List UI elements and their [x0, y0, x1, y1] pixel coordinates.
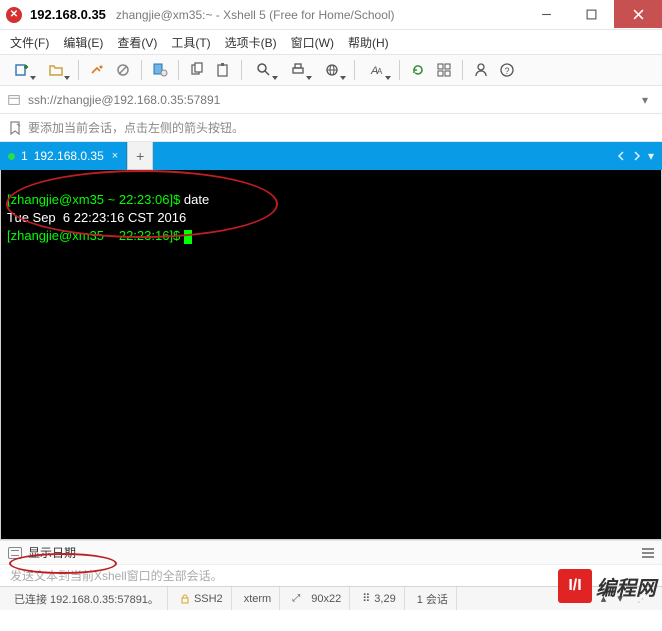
find-button[interactable] [248, 58, 280, 82]
close-button[interactable] [614, 0, 662, 28]
refresh-button[interactable] [406, 58, 430, 82]
title-bar: ✕ 192.168.0.35 zhangjie@xm35:~ - Xshell … [0, 0, 662, 30]
session-tab[interactable]: 1 192.168.0.35 × [0, 142, 127, 170]
app-icon: ✕ [6, 7, 22, 23]
command-bar: 显示日期 [0, 540, 662, 564]
svg-text:A: A [377, 67, 383, 76]
globe-button[interactable] [316, 58, 348, 82]
maximize-button[interactable] [569, 0, 614, 28]
session-icon [6, 92, 22, 108]
connect-button[interactable] [85, 58, 109, 82]
tab-menu-icon[interactable]: ▾ [648, 149, 654, 163]
status-connection: 已连接 192.168.0.35:57891。 [6, 587, 168, 610]
minimize-button[interactable] [524, 0, 569, 28]
status-term: xterm [236, 587, 281, 610]
tab-label: 192.168.0.35 [34, 149, 104, 163]
font-button[interactable]: AA [361, 58, 393, 82]
svg-text:?: ? [505, 66, 510, 76]
tile-button[interactable] [432, 58, 456, 82]
help-button[interactable]: ? [495, 58, 519, 82]
watermark-logo-icon: I/I [558, 569, 592, 603]
paste-button[interactable] [211, 58, 235, 82]
prompt-line-2: [zhangjie@xm35 ~ 22:23:16]$ [7, 228, 192, 243]
menu-tools[interactable]: 工具(T) [171, 34, 210, 51]
address-dropdown-icon[interactable]: ▾ [642, 93, 656, 107]
copy-button[interactable] [185, 58, 209, 82]
new-session-button[interactable] [6, 58, 38, 82]
properties-button[interactable] [148, 58, 172, 82]
address-bar: ssh://zhangjie@192.168.0.35:57891 ▾ [0, 86, 662, 114]
status-sessions: 1 会话 [409, 587, 457, 610]
status-size: ⤢ 90x22 [284, 587, 350, 610]
status-protocol: SSH2 [172, 587, 232, 610]
menu-tabs[interactable]: 选项卡(B) [225, 34, 277, 51]
disconnect-button[interactable] [111, 58, 135, 82]
bookmark-icon[interactable] [8, 121, 22, 135]
window-controls [524, 0, 662, 29]
output-line: Tue Sep 6 22:23:16 CST 2016 [7, 210, 186, 225]
hint-text: 要添加当前会话，点击左侧的箭头按钮。 [28, 119, 244, 136]
new-tab-button[interactable]: + [127, 142, 153, 170]
command-input[interactable]: 显示日期 [28, 544, 76, 561]
window-title-host: 192.168.0.35 [30, 7, 106, 22]
watermark: I/I 编程网 [558, 569, 656, 603]
window-title-subtitle: zhangjie@xm35:~ - Xshell 5 (Free for Hom… [116, 8, 395, 22]
prompt-line-1: [zhangjie@xm35 ~ 22:23:06]$ date [7, 192, 209, 207]
print-button[interactable] [282, 58, 314, 82]
command-menu-icon[interactable] [642, 548, 654, 558]
menu-edit[interactable]: 编辑(E) [63, 34, 103, 51]
menu-help[interactable]: 帮助(H) [348, 34, 389, 51]
tab-prev-icon[interactable] [616, 151, 626, 161]
hint-bar: 要添加当前会话，点击左侧的箭头按钮。 [0, 114, 662, 142]
menu-window[interactable]: 窗口(W) [291, 34, 334, 51]
status-cursor: ⠿ 3,29 [354, 587, 404, 610]
menu-file[interactable]: 文件(F) [10, 34, 49, 51]
lock-icon [180, 594, 190, 604]
tab-strip: 1 192.168.0.35 × + ▾ [0, 142, 662, 170]
keyboard-icon [8, 547, 22, 559]
open-folder-button[interactable] [40, 58, 72, 82]
user-button[interactable] [469, 58, 493, 82]
menu-bar: 文件(F) 编辑(E) 查看(V) 工具(T) 选项卡(B) 窗口(W) 帮助(… [0, 30, 662, 54]
tab-nav: ▾ [616, 142, 662, 170]
cursor-icon [184, 230, 192, 244]
watermark-text: 编程网 [596, 572, 656, 601]
menu-view[interactable]: 查看(V) [117, 34, 157, 51]
tab-close-icon[interactable]: × [112, 150, 118, 162]
tab-next-icon[interactable] [632, 151, 642, 161]
address-text[interactable]: ssh://zhangjie@192.168.0.35:57891 [28, 93, 636, 107]
tab-index: 1 [21, 149, 28, 163]
terminal[interactable]: [zhangjie@xm35 ~ 22:23:06]$ date Tue Sep… [0, 170, 662, 540]
status-dot-icon [8, 153, 15, 160]
toolbar: AA ? [0, 54, 662, 86]
